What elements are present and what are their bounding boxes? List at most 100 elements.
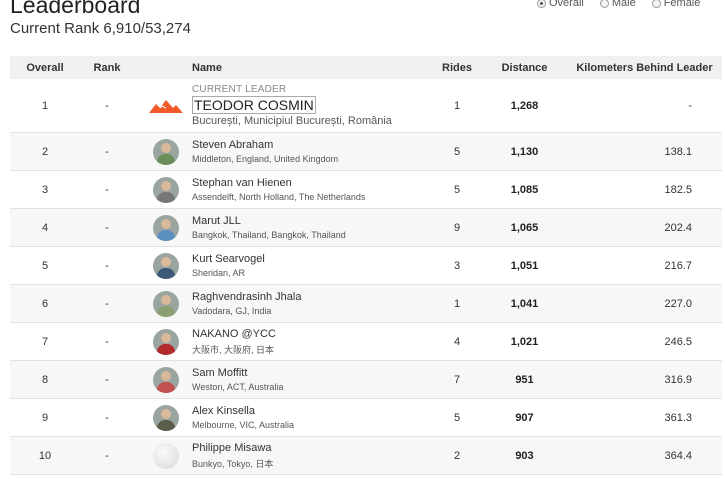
- mountain-logo-icon[interactable]: [149, 99, 183, 113]
- table-row: 5 - Kurt Searvogel Sheridan, AR 3 1,051 216.7: [10, 247, 722, 285]
- avatar-cell: [134, 437, 192, 475]
- avatar-cell: [134, 133, 192, 171]
- overall-cell: 1: [41, 99, 49, 112]
- overall-cell: 3: [41, 183, 49, 196]
- filter-female[interactable]: Female: [651, 0, 701, 9]
- athlete-location: Melbourne, VIC, Australia: [192, 420, 295, 430]
- athlete-location: Bunkyo, Tokyo, 日本: [192, 458, 274, 469]
- leader-name-link[interactable]: TEODOR COSMIN: [192, 96, 316, 114]
- distance-cell: 1,065: [510, 221, 539, 234]
- distance-cell: 1,268: [510, 99, 539, 112]
- distance-cell: 1,041: [510, 297, 539, 310]
- filter-female-label: Female: [663, 0, 701, 9]
- rank-cell: -: [105, 221, 109, 234]
- avatar[interactable]: [153, 252, 179, 279]
- avatar[interactable]: [153, 366, 179, 393]
- col-name[interactable]: Name: [192, 56, 432, 79]
- rides-cell: 9: [453, 221, 461, 234]
- avatar[interactable]: [153, 138, 179, 165]
- athlete-location: 大阪市, 大阪府, 日本: [192, 344, 275, 355]
- rank-cell: -: [105, 99, 109, 112]
- leaderboard-table: Overall Rank Name Rides Distance Kilomet…: [10, 56, 722, 475]
- avatar[interactable]: [153, 290, 179, 317]
- current-rank: Current Rank 6,910/53,274: [10, 20, 191, 37]
- filter-male-radio[interactable]: [599, 0, 609, 8]
- athlete-location: Vadodara, GJ, India: [192, 306, 272, 316]
- filter-female-radio[interactable]: [651, 0, 661, 8]
- rides-cell: 3: [453, 259, 461, 272]
- behind-cell: 361.3: [664, 411, 692, 424]
- avatar[interactable]: [153, 214, 179, 241]
- behind-cell: 364.4: [664, 449, 692, 462]
- rides-cell: 1: [453, 297, 461, 310]
- table-row: 7 - NAKANO @YCC 大阪市, 大阪府, 日本 4 1,021 246.5: [10, 323, 722, 361]
- col-rank[interactable]: Rank: [80, 56, 134, 79]
- behind-cell: 202.4: [664, 221, 692, 234]
- avatar[interactable]: [153, 404, 179, 431]
- leader-badge: CURRENT LEADER: [192, 84, 287, 95]
- behind-cell: 246.5: [664, 335, 692, 348]
- athlete-name-link[interactable]: Sam Moffitt: [192, 367, 432, 379]
- rank-cell: -: [105, 297, 109, 310]
- name-cell: Philippe Misawa Bunkyo, Tokyo, 日本: [192, 437, 432, 475]
- athlete-name-link[interactable]: Raghvendrasinh Jhala: [192, 291, 432, 303]
- col-overall[interactable]: Overall: [10, 56, 80, 79]
- avatar-cell: [134, 171, 192, 209]
- athlete-name-link[interactable]: Stephan van Hienen: [192, 177, 432, 189]
- overall-cell: 7: [41, 335, 49, 348]
- avatar[interactable]: [153, 176, 179, 203]
- overall-cell: 8: [41, 373, 49, 386]
- col-avatar: [134, 56, 192, 79]
- rides-cell: 4: [453, 335, 461, 348]
- rank-cell: -: [105, 259, 109, 272]
- rank-cell: -: [105, 411, 109, 424]
- avatar-cell: [134, 247, 192, 285]
- rides-cell: 5: [453, 411, 461, 424]
- athlete-location: Assendelft, North Holland, The Netherlan…: [192, 192, 366, 202]
- behind-cell: 138.1: [664, 145, 692, 158]
- distance-cell: 1,085: [510, 183, 539, 196]
- rides-cell: 5: [453, 183, 461, 196]
- filter-overall-radio[interactable]: [537, 0, 546, 8]
- table-row: 9 - Alex Kinsella Melbourne, VIC, Australia…: [10, 399, 722, 437]
- rank-cell: -: [105, 335, 109, 348]
- gender-filter: Overall Male Female: [537, 0, 700, 9]
- filter-overall[interactable]: Overall: [537, 0, 584, 9]
- athlete-name-link[interactable]: Philippe Misawa: [192, 442, 432, 454]
- rank-cell: -: [105, 449, 109, 462]
- avatar-cell: [134, 209, 192, 247]
- table-row: 2 - Steven Abraham Middleton, England, Unit…: [10, 132, 722, 171]
- rides-cell: 5: [453, 145, 461, 158]
- leader-location: București, Municipiul București, România: [192, 115, 392, 127]
- athlete-location: Middleton, England, United Kingdom: [192, 154, 339, 164]
- rank-cell: -: [105, 373, 109, 386]
- distance-cell: 903: [515, 449, 534, 462]
- distance-cell: 1,051: [510, 259, 539, 272]
- filter-overall-label: Overall: [549, 0, 584, 9]
- name-cell: Marut JLL Bangkok, Thailand, Bangkok, Tha…: [192, 209, 432, 247]
- athlete-location: Bangkok, Thailand, Bangkok, Thailand: [192, 230, 346, 240]
- athlete-name-link[interactable]: Kurt Searvogel: [192, 253, 432, 265]
- leader-row: 1 - CURRENT LEADER TEODOR COSMIN Bucureș…: [10, 79, 722, 133]
- athlete-name-link[interactable]: Steven Abraham: [192, 139, 432, 151]
- athlete-name-link[interactable]: NAKANO @YCC: [192, 328, 432, 340]
- col-distance[interactable]: Distance: [482, 56, 567, 79]
- distance-cell: 1,130: [510, 145, 539, 158]
- col-behind[interactable]: Kilometers Behind Leader: [567, 56, 722, 79]
- col-rides[interactable]: Rides: [432, 56, 482, 79]
- table-row: 8 - Sam Moffitt Weston, ACT, Australia 7 951 3…: [10, 360, 722, 399]
- name-cell: Sam Moffitt Weston, ACT, Australia: [192, 361, 432, 399]
- overall-cell: 10: [38, 449, 52, 462]
- athlete-name-link[interactable]: Alex Kinsella: [192, 405, 432, 417]
- avatar[interactable]: [153, 328, 179, 355]
- avatar[interactable]: [153, 442, 179, 469]
- filter-male[interactable]: Male: [599, 0, 636, 9]
- distance-cell: 951: [515, 373, 534, 386]
- name-cell: Alex Kinsella Melbourne, VIC, Australia: [192, 399, 432, 437]
- behind-cell: -: [688, 99, 692, 112]
- avatar-cell: [134, 399, 192, 437]
- table-row: 4 - Marut JLL Bangkok, Thailand, Bangkok, T…: [10, 208, 722, 247]
- athlete-location: Weston, ACT, Australia: [192, 382, 284, 392]
- avatar-cell: [134, 361, 192, 399]
- athlete-name-link[interactable]: Marut JLL: [192, 215, 432, 227]
